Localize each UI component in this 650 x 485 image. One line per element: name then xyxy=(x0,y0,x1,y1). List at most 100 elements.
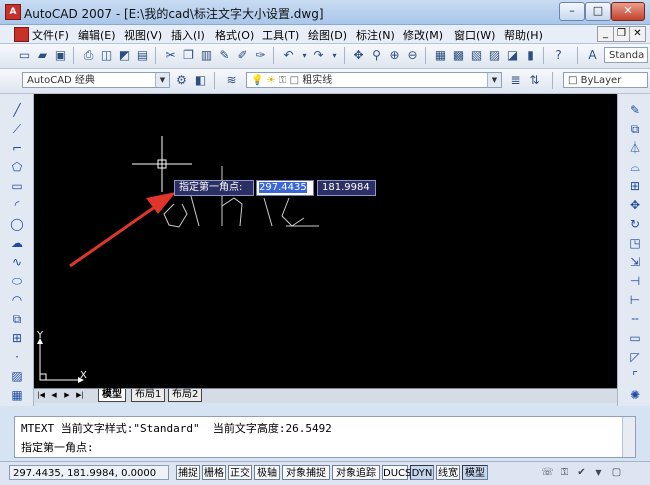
workspace-combo[interactable]: AutoCAD 经典 ▼ xyxy=(22,72,170,88)
calculator-icon[interactable]: ▮ xyxy=(522,47,539,64)
snap-toggle[interactable]: 捕捉 xyxy=(176,465,200,480)
model-toggle[interactable]: 模型 xyxy=(462,465,488,480)
menu-modify[interactable]: 修改(M) xyxy=(403,27,443,43)
chevron-down-icon[interactable]: ▼ xyxy=(155,73,169,87)
sheet-set-icon[interactable]: ▨ xyxy=(486,47,503,64)
break-icon[interactable]: ╌ xyxy=(627,311,643,327)
print-preview-icon[interactable]: ◫ xyxy=(98,47,115,64)
ortho-toggle[interactable]: 正交 xyxy=(228,465,252,480)
tab-layout2[interactable]: 布局2 xyxy=(168,389,203,402)
brush-icon[interactable]: ✑ xyxy=(252,47,269,64)
markup-icon[interactable]: ◪ xyxy=(504,47,521,64)
my-workspace-icon[interactable]: ◧ xyxy=(192,72,209,89)
rotate-icon[interactable]: ↻ xyxy=(627,216,643,232)
scale-icon[interactable]: ◳ xyxy=(627,235,643,251)
array-icon[interactable]: ⊞ xyxy=(627,178,643,194)
match-properties-icon[interactable]: ✎ xyxy=(216,47,233,64)
line-icon[interactable]: ╱ xyxy=(9,102,25,118)
doc-minimize-button[interactable]: _ xyxy=(597,26,614,42)
layer-on-icon[interactable]: 💡 xyxy=(251,75,263,86)
redo-dropdown-icon[interactable]: ▾ xyxy=(326,47,343,64)
menu-edit[interactable]: 编辑(E) xyxy=(78,27,116,43)
zoom-window-icon[interactable]: ⊕ xyxy=(386,47,403,64)
tool-palettes-icon[interactable]: ▧ xyxy=(468,47,485,64)
plot-icon[interactable]: ▤ xyxy=(134,47,151,64)
last-tab-icon[interactable]: ▶| xyxy=(75,390,85,400)
layer-previous-icon[interactable]: ⇅ xyxy=(526,72,543,89)
circle-icon[interactable]: ◯ xyxy=(9,216,25,232)
layer-lock-icon[interactable]: ⚿ xyxy=(279,75,287,86)
polar-toggle[interactable]: 极轴 xyxy=(254,465,280,480)
redo-icon[interactable]: ↷ xyxy=(310,47,327,64)
menu-file[interactable]: 文件(F) xyxy=(32,27,69,43)
maximize-button[interactable]: □ xyxy=(585,2,611,21)
document-icon[interactable] xyxy=(14,27,29,42)
trim-icon[interactable]: ⊣ xyxy=(627,273,643,289)
otrack-toggle[interactable]: 对象追踪 xyxy=(332,465,380,480)
menu-format[interactable]: 格式(O) xyxy=(215,27,254,43)
close-button[interactable]: ✕ xyxy=(611,2,645,21)
drawing-canvas[interactable]: X Y 指定第一角点: 297.4435 181.9984 xyxy=(34,94,617,388)
dyn-toggle[interactable]: DYN xyxy=(410,465,434,480)
layer-freeze-icon[interactable]: ☀ xyxy=(267,75,276,86)
lineweight-toggle[interactable]: 线宽 xyxy=(436,465,460,480)
erase-icon[interactable]: ✎ xyxy=(627,102,643,118)
insert-block-icon[interactable]: ⧉ xyxy=(9,311,25,327)
revision-cloud-icon[interactable]: ☁ xyxy=(9,235,25,251)
menu-window[interactable]: 窗口(W) xyxy=(454,27,495,43)
save-icon[interactable]: ▣ xyxy=(52,47,69,64)
polyline-icon[interactable]: ⌐ xyxy=(9,140,25,156)
join-icon[interactable]: ▭ xyxy=(627,330,643,346)
design-center-icon[interactable]: ▩ xyxy=(450,47,467,64)
lock-icon[interactable]: ⚿ xyxy=(557,465,572,480)
print-icon[interactable]: ⎙ xyxy=(80,47,97,64)
menu-insert[interactable]: 插入(I) xyxy=(171,27,205,43)
tab-layout1[interactable]: 布局1 xyxy=(131,389,166,402)
copy-icon[interactable]: ⧉ xyxy=(627,121,643,137)
ellipse-icon[interactable]: ⬭ xyxy=(9,273,25,289)
first-tab-icon[interactable]: |◀ xyxy=(36,390,46,400)
construction-line-icon[interactable]: ⟋ xyxy=(9,121,25,137)
mirror-icon[interactable]: ⏃ xyxy=(627,140,643,156)
copy-clip-icon[interactable]: ❐ xyxy=(180,47,197,64)
grid-toggle[interactable]: 栅格 xyxy=(202,465,226,480)
minimize-button[interactable]: – xyxy=(559,2,585,21)
polygon-icon[interactable]: ⬠ xyxy=(9,159,25,175)
arc-icon[interactable]: ◜ xyxy=(9,197,25,213)
osnap-toggle[interactable]: 对象捕捉 xyxy=(282,465,330,480)
paste-icon[interactable]: ▥ xyxy=(198,47,215,64)
properties-icon[interactable]: ▦ xyxy=(432,47,449,64)
open-file-icon[interactable]: ▰ xyxy=(34,47,51,64)
autocad-app-icon[interactable]: A xyxy=(5,4,21,20)
text-style-icon[interactable]: A xyxy=(584,47,601,64)
rectangle-icon[interactable]: ▭ xyxy=(9,178,25,194)
make-current-layer-icon[interactable]: ≣ xyxy=(507,72,524,89)
clean-screen-icon[interactable]: ▢ xyxy=(609,465,624,480)
menu-help[interactable]: 帮助(H) xyxy=(504,27,543,43)
pan-icon[interactable]: ✥ xyxy=(350,47,367,64)
block-editor-icon[interactable]: ✐ xyxy=(234,47,251,64)
move-icon[interactable]: ✥ xyxy=(627,197,643,213)
make-block-icon[interactable]: ⊞ xyxy=(9,330,25,346)
next-tab-icon[interactable]: ▶ xyxy=(62,390,72,400)
ducs-toggle[interactable]: DUCS xyxy=(382,465,411,480)
command-window[interactable]: MTEXT 当前文字样式:"Standard" 当前文字高度:26.5492 指… xyxy=(14,416,636,458)
help-icon[interactable]: ? xyxy=(550,47,567,64)
table-icon[interactable]: ▦ xyxy=(9,387,25,403)
chevron-down-icon[interactable]: ▼ xyxy=(487,73,501,87)
new-file-icon[interactable]: ▭ xyxy=(16,47,33,64)
extend-icon[interactable]: ⊢ xyxy=(627,292,643,308)
hatch-icon[interactable]: ▨ xyxy=(9,368,25,384)
doc-restore-button[interactable]: ❐ xyxy=(613,26,630,42)
cut-icon[interactable]: ✂ xyxy=(162,47,179,64)
dynamic-input-x-field[interactable]: 297.4435 xyxy=(256,180,314,196)
fillet-icon[interactable]: ⌜ xyxy=(627,368,643,384)
stretch-icon[interactable]: ⇲ xyxy=(627,254,643,270)
command-scrollbar[interactable] xyxy=(622,417,635,457)
menu-draw[interactable]: 绘图(D) xyxy=(308,27,347,43)
status-menu-icon[interactable]: ▼ xyxy=(591,465,606,480)
menu-dimension[interactable]: 标注(N) xyxy=(356,27,395,43)
explode-icon[interactable]: ✺ xyxy=(627,387,643,403)
workspace-settings-icon[interactable]: ⚙ xyxy=(173,72,190,89)
menu-tools[interactable]: 工具(T) xyxy=(262,27,299,43)
